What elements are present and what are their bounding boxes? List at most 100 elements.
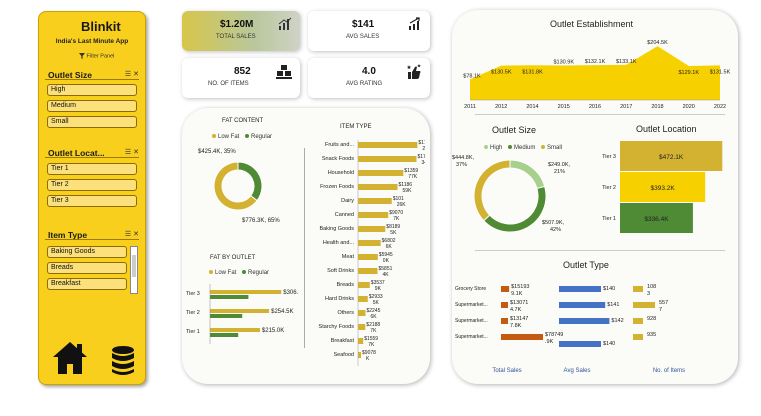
fat-outlet-category: Tier 2	[186, 310, 200, 316]
location-category: Tier 1	[602, 216, 616, 222]
fat-outlet-label: $215.0K	[262, 328, 284, 334]
outlet-type-items-label-suffix: 3	[647, 291, 650, 297]
item-type-label-suffix: 24K	[422, 146, 425, 152]
growth-chart-icon	[409, 17, 420, 30]
location-category: Tier 2	[602, 185, 616, 191]
outlet-type-items-label: 108	[647, 284, 656, 290]
establishment-year: 2018	[651, 104, 663, 110]
outlet-type-items-bar	[633, 286, 643, 292]
item-type-category: Breakfast	[331, 338, 355, 344]
clear-filter-icon[interactable]: ✕	[133, 71, 139, 78]
outlet-type-items-label-suffix: 7	[659, 307, 662, 313]
brand-tagline: India's Last Minute App	[55, 38, 129, 45]
slicer-outlet-size-small[interactable]: Small	[47, 116, 137, 128]
svg-text:37%: 37%	[456, 162, 467, 168]
item-type-category: Breads	[337, 282, 355, 288]
outlet-type-category: Grocery Store	[455, 286, 486, 292]
establishment-year: 2016	[589, 104, 601, 110]
fat-outlet-label: $254.5K	[271, 309, 293, 315]
establishment-label: $129.1K	[679, 70, 700, 76]
fat-outlet-category: Tier 3	[186, 291, 200, 297]
fat-slice-regular	[237, 161, 263, 202]
item-type-bar	[358, 184, 398, 190]
multi-select-icon[interactable]: ☰	[125, 149, 131, 156]
fat-outlet-category: Tier 1	[186, 329, 200, 335]
item-type-label-suffix: 26K	[397, 202, 407, 208]
item-type-label-suffix: 77K	[408, 174, 418, 180]
slicer-outlet-size-medium[interactable]: Medium	[47, 100, 137, 112]
item-type-label-suffix: 5K	[390, 230, 397, 236]
multi-select-icon[interactable]: ☰	[125, 231, 131, 238]
item-type-label-suffix: 6K	[386, 244, 393, 250]
slicer-baking-goods[interactable]: Baking Goods	[47, 246, 127, 258]
location-label: $336.4K	[644, 216, 669, 223]
fat-by-outlet-legend: Low Fat Regular	[205, 270, 269, 276]
database-icon[interactable]	[111, 346, 135, 376]
outlet-type-items-label: 557	[659, 300, 668, 306]
item-type-category: Others	[337, 310, 354, 316]
outlet-type-avg-bar	[559, 318, 610, 324]
fat-content-donut: $425.4K, 35% $776.3K, 65%	[198, 149, 280, 224]
item-type-category: Snack Foods	[322, 156, 354, 162]
outlet-type-total-label-suffix: 9.1K	[511, 291, 523, 297]
outlet-type-items-label: 935	[647, 332, 656, 338]
slicer-breads[interactable]: Breads	[47, 262, 127, 274]
outlet-type-total-label: $78749	[545, 332, 563, 338]
establishment-year: 2014	[526, 104, 538, 110]
item-type-bar	[358, 198, 392, 204]
item-type-category: Seafood	[334, 352, 355, 358]
clear-filter-icon[interactable]: ✕	[133, 149, 139, 156]
multi-select-icon[interactable]: ☰	[125, 71, 131, 78]
item-type-bar	[358, 282, 370, 288]
establishment-label: $78.1K	[463, 73, 481, 79]
establishment-year: 2015	[558, 104, 570, 110]
size-small-label: $444.8K,	[452, 155, 474, 161]
item-type-label-suffix: 7K	[370, 328, 377, 334]
outlet-type-total-label: $15193	[511, 284, 529, 290]
slicer-tier-2[interactable]: Tier 2	[47, 179, 137, 191]
slicer-scrollbar[interactable]	[130, 246, 138, 294]
outlet-type-category: Supermarket...	[455, 334, 488, 340]
filter-panel-label: Filter Panel	[79, 53, 114, 59]
item-type-category: Dairy	[341, 198, 354, 204]
fat-outlet-label: $306.8K	[283, 290, 298, 296]
clear-filter-icon[interactable]: ✕	[133, 231, 139, 238]
kpi-avg-sales: $141 AVG SALES	[308, 11, 430, 51]
brand-logo: Blinkit	[81, 19, 121, 34]
slicer-breakfast[interactable]: Breakfast	[47, 278, 127, 290]
item-type-bar	[358, 226, 386, 232]
location-label: $472.1K	[659, 154, 684, 161]
kpi-avg-rating: 4.0 AVG RATING	[308, 58, 430, 98]
item-type-category: Meat	[342, 254, 355, 260]
item-type-category: Frozen Foods	[320, 184, 354, 190]
establishment-label: $131.5K	[710, 69, 731, 75]
outlet-size-donut: $444.8K, 37% $249.0K, 21% $507.9K, 42%	[452, 155, 570, 233]
establishment-label: $130.5K	[491, 70, 512, 76]
item-type-bar	[358, 240, 381, 246]
slicer-outlet-size-high[interactable]: High	[47, 84, 137, 96]
outlet-type-avg-bar	[559, 286, 601, 292]
outlet-type-total-bar	[501, 334, 543, 340]
establishment-year: 2022	[714, 104, 726, 110]
outlet-type-total-label: $13147	[510, 316, 528, 322]
establishment-year: 2017	[620, 104, 632, 110]
outlet-establishment-title: Outlet Establishment	[550, 19, 634, 29]
item-type-label-suffix: 7K	[368, 342, 375, 348]
slicer-tier-1[interactable]: Tier 1	[47, 163, 137, 175]
fat-lowfat-label: $776.3K, 65%	[242, 218, 280, 224]
fat-content-title: FAT CONTENT	[222, 118, 264, 124]
item-type-tools: ☰ ✕	[125, 230, 139, 238]
outlet-type-title: Outlet Type	[563, 260, 609, 270]
item-type-label-suffix: 9K	[375, 286, 382, 292]
outlet-type-avg-label: $140	[603, 286, 615, 292]
fat-by-outlet-chart: Tier 3 $306.8K Tier 2 $254.5K Tier 1 $215.0K	[186, 284, 298, 344]
home-icon[interactable]	[51, 340, 89, 376]
slicer-tier-3[interactable]: Tier 3	[47, 195, 137, 207]
outlet-type-avg-label: $140	[603, 341, 615, 347]
item-type-category: Hard Drinks	[325, 296, 354, 302]
location-label: $393.2K	[650, 185, 675, 192]
item-type-label-suffix: 59K	[403, 188, 413, 194]
outlet-size-chart-title: Outlet Size	[492, 125, 537, 135]
item-type-label-suffix: 7K	[393, 216, 400, 222]
outlet-type-total-label-suffix: .9K	[545, 339, 554, 345]
